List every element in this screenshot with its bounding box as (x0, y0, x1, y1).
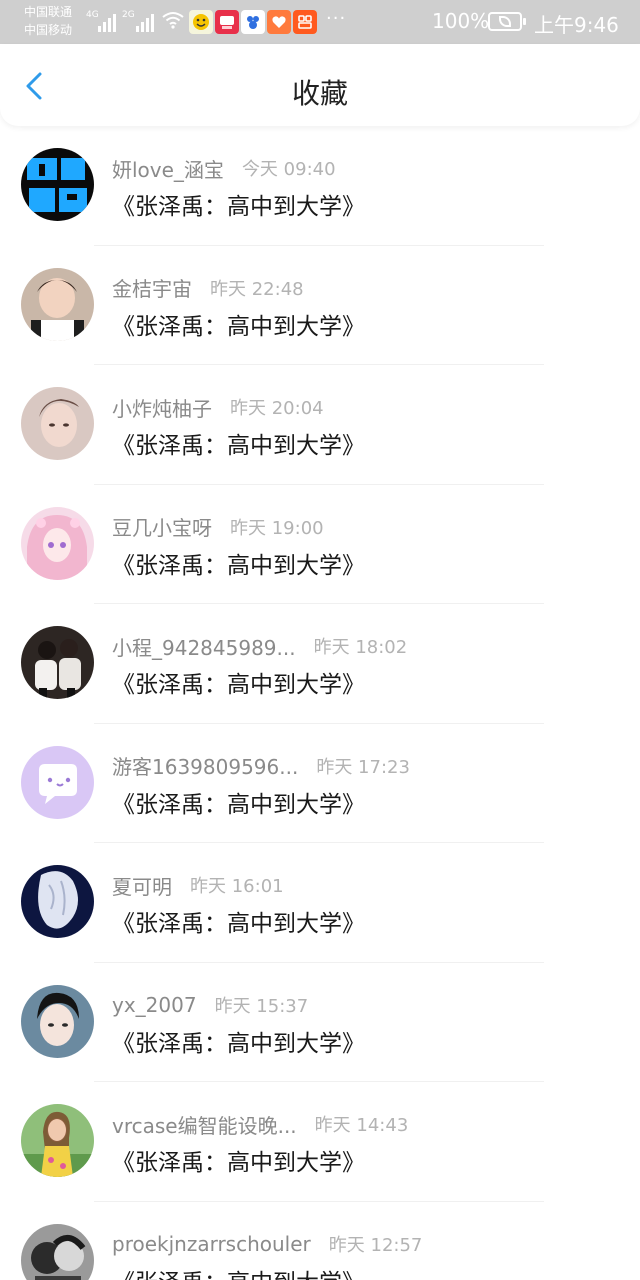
username: 豆几小宝呀 (112, 516, 212, 540)
list-item[interactable]: 金桔宇宙 昨天 22:48 《张泽禹：高中到大学》 (0, 246, 640, 365)
carrier-labels: 中国联通 中国移动 (24, 3, 72, 39)
username: 妍love_涵宝 (112, 157, 224, 182)
username: 夏可明 (112, 874, 172, 899)
avatar[interactable] (21, 1104, 94, 1177)
avatar[interactable] (21, 865, 94, 938)
timestamp: 昨天 16:01 (190, 876, 284, 897)
network-type-1: 4G (86, 10, 99, 20)
avatar[interactable] (21, 506, 94, 580)
item-title: 《张泽禹：高中到大学》 (112, 911, 365, 937)
avatar[interactable] (21, 148, 94, 221)
timestamp: 昨天 14:43 (314, 1115, 409, 1136)
battery-percentage: 100% (432, 9, 490, 33)
nav-bar: 收藏 (0, 44, 640, 126)
item-title: 《张泽禹：高中到大学》 (112, 1030, 365, 1057)
username: yx_2007 (112, 992, 197, 1017)
app-notification-icon-4 (267, 10, 291, 34)
username: vrcase编智能设晚... (112, 1113, 297, 1138)
avatar[interactable] (21, 984, 94, 1058)
carrier-1: 中国联通 (24, 5, 73, 19)
timestamp: 昨天 15:37 (214, 995, 309, 1017)
item-title: 《张泽禹：高中到大学》 (112, 194, 365, 220)
timestamp: 今天 09:40 (241, 159, 336, 180)
signal-1-icon (98, 12, 116, 32)
list-item[interactable]: 妍love_涵宝 今天 09:40 《张泽禹：高中到大学》 (0, 126, 640, 246)
avatar[interactable] (21, 387, 94, 460)
list-item[interactable]: 夏可明 昨天 16:01 《张泽禹：高中到大学》 (0, 843, 640, 963)
username: 游客1639809596... (112, 755, 299, 779)
timestamp: 昨天 20:04 (230, 398, 324, 419)
chat-bubble-icon (21, 745, 94, 819)
avatar[interactable] (21, 626, 94, 699)
item-title: 《张泽禹：高中到大学》 (112, 1263, 365, 1280)
list-item[interactable]: 小程_942845989... 昨天 18:02 《张泽禹：高中到大学》 (0, 604, 640, 724)
status-clock: 上午9:46 (534, 13, 619, 37)
timestamp: 昨天 18:02 (313, 637, 408, 658)
username: 金桔宇宙 (112, 277, 192, 301)
list-item[interactable]: vrcase编智能设晚... 昨天 14:43 《张泽禹：高中到大学》 (0, 1082, 640, 1202)
item-title: 《张泽禹：高中到大学》 (112, 1150, 365, 1176)
avatar[interactable] (21, 745, 94, 819)
timestamp: 昨天 22:48 (210, 278, 304, 300)
username: proekjnzarrschouler (112, 1231, 311, 1256)
item-title: 《张泽禹：高中到大学》 (112, 313, 365, 340)
avatar[interactable] (21, 267, 94, 341)
item-title: 《张泽禹：高中到大学》 (112, 433, 365, 459)
avatar[interactable] (21, 1223, 94, 1280)
list-item[interactable]: proekjnzarrschouler 昨天 12:57 《张泽禹：高中到大学》 (0, 1202, 640, 1280)
favorites-list: 妍love_涵宝 今天 09:40 《张泽禹：高中到大学》 金桔宇宙 昨天 22… (0, 126, 640, 1280)
item-title: 《张泽禹：高中到大学》 (112, 791, 365, 818)
status-bar: 中国联通 中国移动 4G 2G ··· 100% 上午9:46 (0, 0, 640, 44)
more-notifications-icon: ··· (326, 8, 347, 29)
signal-2-icon (136, 12, 154, 32)
list-item[interactable]: 小炸炖柚子 昨天 20:04 《张泽禹：高中到大学》 (0, 365, 640, 485)
timestamp: 昨天 19:00 (230, 517, 324, 539)
page-title: 收藏 (291, 77, 348, 110)
list-item[interactable]: 豆几小宝呀 昨天 19:00 《张泽禹：高中到大学》 (0, 485, 640, 604)
battery-icon (488, 12, 526, 31)
timestamp: 昨天 17:23 (316, 756, 410, 778)
list-item[interactable]: 游客1639809596... 昨天 17:23 《张泽禹：高中到大学》 (0, 724, 640, 843)
list-item[interactable]: yx_2007 昨天 15:37 《张泽禹：高中到大学》 (0, 963, 640, 1082)
timestamp: 昨天 12:57 (328, 1234, 423, 1256)
username: 小炸炖柚子 (112, 396, 212, 421)
app-notification-icon-2 (215, 10, 239, 34)
app-notification-icon-3 (241, 10, 265, 34)
item-title: 《张泽禹：高中到大学》 (112, 672, 365, 698)
app-notification-icon-1 (189, 10, 213, 34)
item-title: 《张泽禹：高中到大学》 (112, 552, 365, 579)
username: 小程_942845989... (112, 635, 296, 660)
network-type-2: 2G (122, 10, 135, 20)
wifi-icon (162, 12, 184, 29)
carrier-2: 中国移动 (24, 23, 73, 37)
app-notification-icon-5 (293, 10, 317, 34)
